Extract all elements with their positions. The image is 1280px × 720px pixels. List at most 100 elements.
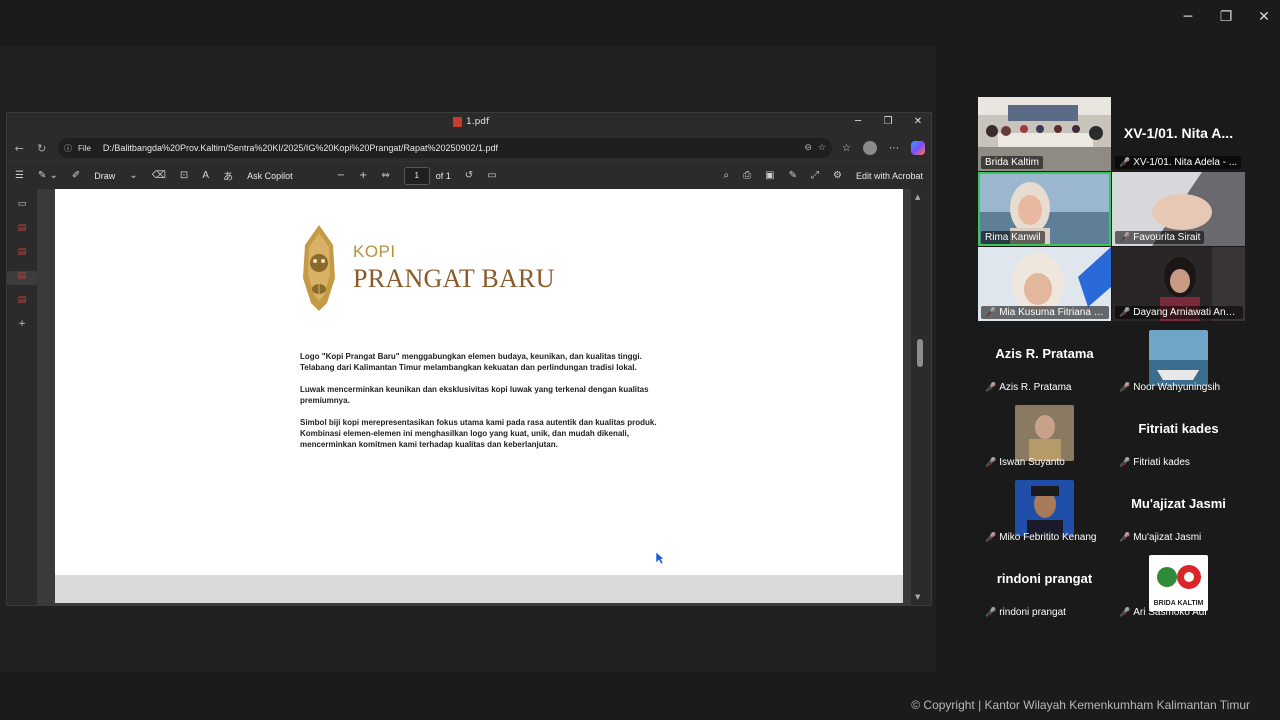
translate-icon[interactable]: あ: [223, 168, 233, 183]
copilot-icon[interactable]: [911, 141, 925, 155]
participant-gallery: Brida Kaltim XV-1/01. Nita A... 🎤̸ XV-1/0…: [940, 46, 1280, 672]
ask-copilot-button[interactable]: Ask Copilot: [247, 171, 293, 181]
pdf-scrollbar[interactable]: ▲ ▼: [911, 189, 931, 605]
rotate-icon[interactable]: ↺: [465, 170, 473, 181]
page-total: of 1: [435, 170, 451, 181]
participant-name: 🎤̸ Mia Kusuma Fitriana K...: [981, 306, 1109, 319]
participant-tile[interactable]: Mu'ajizat Jasmi 🎤̸ Mu'ajizat Jasmi: [1112, 472, 1245, 546]
page-view-icon[interactable]: ▭: [487, 170, 496, 181]
scroll-down-icon[interactable]: ▼: [915, 593, 920, 601]
edge-browser-window: 1.pdf ─ ❐ ✕ ← ↻ ⓘ File D:/Balitbangda%20…: [6, 112, 932, 606]
edge-restore-icon[interactable]: ❐: [881, 116, 895, 127]
paragraph: Luwak mencerminkan keunikan dan eksklusi…: [300, 385, 649, 405]
pdf-viewer: ▭ ▤ ▤ ▤ ▤ + KOPI PRANGAT BARU Logo "Kopi…: [7, 189, 931, 605]
mic-muted-icon: 🎤̸: [1119, 383, 1131, 393]
participant-tile[interactable]: XV-1/01. Nita A... 🎤̸ XV-1/01. Nita Adela…: [1112, 97, 1245, 171]
draw-button[interactable]: Draw: [94, 171, 115, 181]
participant-display-name: rindoni prangat: [996, 571, 1093, 586]
scroll-thumb[interactable]: [917, 339, 923, 367]
restore-button[interactable]: ❐: [1218, 6, 1234, 28]
participant-avatar: [1015, 405, 1074, 461]
participant-tile[interactable]: 🎤̸ Mia Kusuma Fitriana K...: [978, 247, 1111, 321]
search-icon[interactable]: ⌕: [724, 170, 730, 181]
zoom-out-icon[interactable]: −: [337, 170, 345, 181]
url-text[interactable]: D:/Balitbangda%20Prov.Kaltim/Sentra%20KI…: [97, 143, 798, 153]
logo-description: Logo "Kopi Prangat Baru" menggabungkan e…: [300, 351, 670, 461]
zoom-screen: ─ ❐ ✕ 1.pdf ─ ❐ ✕ ← ↻ ⓘ File D:/Balitban…: [0, 0, 1280, 720]
brida-kaltim-logo-icon: BRIDA KALTIM: [1149, 555, 1208, 611]
logo-brand-text: PRANGAT BARU: [353, 264, 555, 293]
sidebar-tab-icon[interactable]: ▭: [7, 199, 37, 213]
participant-name: 🎤̸ Mu'ajizat Jasmi: [1119, 532, 1202, 543]
refresh-icon[interactable]: ↻: [36, 142, 49, 155]
fullscreen-icon[interactable]: ⤢: [811, 170, 819, 181]
rail-pdf-icon-1[interactable]: ▤: [7, 223, 37, 237]
mic-muted-icon: 🎤̸: [1119, 158, 1131, 168]
more-icon[interactable]: ⋯: [889, 143, 899, 154]
info-icon[interactable]: ⓘ: [64, 143, 72, 154]
participant-name: 🎤̸ Noor Wahyuningsih: [1119, 382, 1221, 393]
participant-display-name: XV-1/01. Nita A...: [1123, 125, 1234, 141]
participant-tile[interactable]: 🎤̸ Noor Wahyuningsih: [1112, 322, 1245, 396]
contents-icon[interactable]: ☰: [15, 170, 24, 181]
minimize-button[interactable]: ─: [1180, 6, 1196, 28]
participant-display-name: Azis R. Pratama: [995, 346, 1094, 361]
participant-tile-active-speaker[interactable]: Rima Kanwil: [978, 172, 1111, 246]
paragraph: Logo "Kopi Prangat Baru" menggabungkan e…: [300, 352, 642, 372]
participant-tile[interactable]: BRIDA KALTIM 🎤̸ Ari Sasmoko Adi: [1112, 547, 1245, 621]
profile-avatar[interactable]: [863, 141, 877, 155]
participant-name: 🎤̸ Azis R. Pratama: [985, 382, 1072, 393]
highlight-icon[interactable]: ✎ ⌄: [38, 170, 58, 181]
browser-actions: ☆ ⋯: [842, 141, 925, 155]
participant-tile[interactable]: Brida Kaltim: [978, 97, 1111, 171]
participant-name: 🎤̸ XV-1/01. Nita Adela - ...: [1115, 156, 1242, 169]
settings-gear-icon[interactable]: ⚙: [833, 170, 842, 181]
tab-pdf[interactable]: 1.pdf: [453, 117, 489, 127]
rail-pdf-icon-3[interactable]: ▤: [7, 295, 37, 309]
pdf-toolbar: ☰ ✎ ⌄ ✐ Draw ⌄ ⌫ ⊡ A あ Ask Copilot − + ⇔…: [7, 161, 931, 189]
edge-window-controls: ─ ❐ ✕: [851, 116, 925, 127]
participant-avatar: [1149, 330, 1208, 386]
rail-pdf-icon-active[interactable]: ▤: [7, 271, 37, 285]
participant-name: Brida Kaltim: [981, 156, 1043, 169]
zoom-icon[interactable]: ⊖: [804, 143, 812, 153]
edge-close-icon[interactable]: ✕: [911, 116, 925, 127]
participant-tile[interactable]: Fitriati kades 🎤̸ Fitriati kades: [1112, 397, 1245, 471]
tab-title: 1.pdf: [466, 117, 490, 127]
close-button[interactable]: ✕: [1256, 6, 1272, 28]
eraser-icon[interactable]: ⌫: [152, 170, 166, 181]
mic-muted-icon: 🎤̸: [985, 533, 997, 543]
address-bar[interactable]: ⓘ File D:/Balitbangda%20Prov.Kaltim/Sent…: [58, 138, 833, 158]
participant-tile[interactable]: Azis R. Pratama 🎤̸ Azis R. Pratama: [978, 322, 1111, 396]
text-box-icon[interactable]: ⊡: [180, 170, 188, 181]
participant-name: 🎤̸ Iswan Suyanto: [985, 457, 1065, 468]
participant-tile[interactable]: rindoni prangat 🎤̸ rindoni prangat: [978, 547, 1111, 621]
participant-tile[interactable]: 🎤̸ Dayang Arniawati Anni...: [1112, 247, 1245, 321]
edit-with-acrobat-button[interactable]: Edit with Acrobat: [856, 171, 923, 181]
favorites-icon[interactable]: ☆: [842, 143, 851, 154]
participant-tile[interactable]: 🎤̸ Iswan Suyanto: [978, 397, 1111, 471]
participant-avatar: [1015, 480, 1074, 536]
participant-tile[interactable]: 🎤̸ Favourita Sirait: [1112, 172, 1245, 246]
logo-text: KOPI PRANGAT BARU: [353, 242, 555, 294]
print-icon[interactable]: ⎙: [743, 170, 751, 181]
back-icon[interactable]: ←: [13, 142, 26, 155]
left-rail: ▭ ▤ ▤ ▤ ▤ +: [7, 189, 37, 605]
read-aloud-icon[interactable]: A: [202, 170, 209, 181]
save-as-icon[interactable]: ✎: [789, 170, 797, 181]
page-number-input[interactable]: 1: [403, 166, 430, 185]
draw-icon[interactable]: ✐: [72, 170, 80, 181]
rail-pdf-icon-2[interactable]: ▤: [7, 247, 37, 261]
draw-dropdown-icon[interactable]: ⌄: [129, 170, 137, 181]
favorite-star-icon[interactable]: ☆: [818, 143, 826, 153]
scroll-up-icon[interactable]: ▲: [915, 193, 920, 201]
participant-display-name: Mu'ajizat Jasmi: [1131, 496, 1226, 511]
copyright-footer: © Copyright | Kantor Wilayah Kemenkumham…: [911, 698, 1250, 712]
fit-page-icon[interactable]: ⇔: [381, 170, 389, 181]
save-icon[interactable]: ▣: [765, 170, 774, 181]
add-icon[interactable]: +: [7, 319, 37, 333]
zoom-in-icon[interactable]: +: [359, 170, 367, 181]
edge-minimize-icon[interactable]: ─: [851, 116, 865, 127]
participant-name: 🎤̸ Miko Febritito Kenang: [985, 532, 1097, 543]
participant-tile[interactable]: 🎤̸ Miko Febritito Kenang: [978, 472, 1111, 546]
